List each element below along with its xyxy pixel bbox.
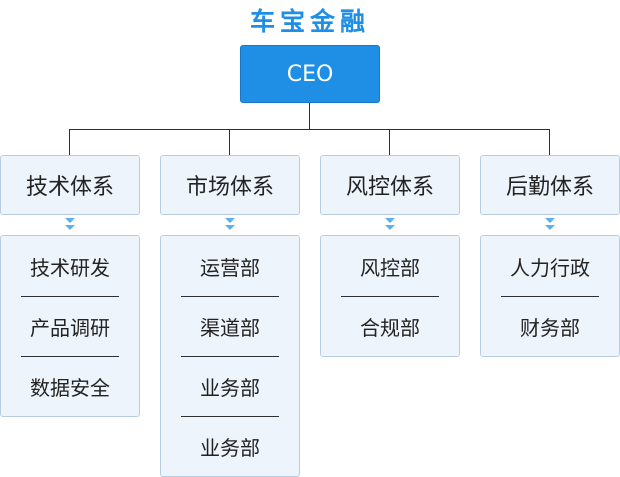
connector-drop-1 (69, 129, 70, 155)
connector-drop-4 (549, 129, 550, 155)
unit-item: 技术研发 (30, 255, 110, 280)
chevron-down-icon (545, 218, 555, 230)
unit-item: 产品调研 (1, 296, 139, 356)
unit-item: 财务部 (481, 296, 619, 356)
units-market: 运营部 渠道部 业务部 业务部 (160, 235, 300, 477)
connector-horizontal (69, 129, 550, 130)
chevron-down-icon (385, 218, 395, 230)
unit-item: 业务部 (161, 416, 299, 476)
units-logistics: 人力行政 财务部 (480, 235, 620, 357)
chevron-down-icon (225, 218, 235, 230)
chart-title: 车宝金融 (249, 7, 370, 36)
dept-market: 市场体系 (160, 155, 300, 215)
chevron-down-icon (65, 218, 75, 230)
unit-item: 运营部 (200, 255, 260, 280)
dept-risk: 风控体系 (320, 155, 460, 215)
connector-ceo-down (309, 103, 310, 129)
connector-drop-3 (389, 129, 390, 155)
unit-item: 合规部 (321, 296, 459, 356)
unit-item: 渠道部 (161, 296, 299, 356)
unit-item: 数据安全 (1, 356, 139, 416)
dept-tech-label: 技术体系 (25, 175, 114, 200)
dept-logistics-label: 后勤体系 (505, 175, 594, 200)
unit-item: 业务部 (161, 356, 299, 416)
units-tech: 技术研发 产品调研 数据安全 (0, 235, 140, 417)
dept-tech: 技术体系 (0, 155, 140, 215)
dept-logistics: 后勤体系 (480, 155, 620, 215)
connector-drop-2 (229, 129, 230, 155)
dept-market-label: 市场体系 (185, 175, 274, 200)
ceo-node: CEO (240, 45, 380, 103)
unit-item: 人力行政 (510, 255, 590, 280)
units-risk: 风控部 合规部 (320, 235, 460, 357)
unit-item: 风控部 (360, 255, 420, 280)
ceo-label: CEO (286, 61, 334, 87)
dept-risk-label: 风控体系 (345, 175, 434, 200)
